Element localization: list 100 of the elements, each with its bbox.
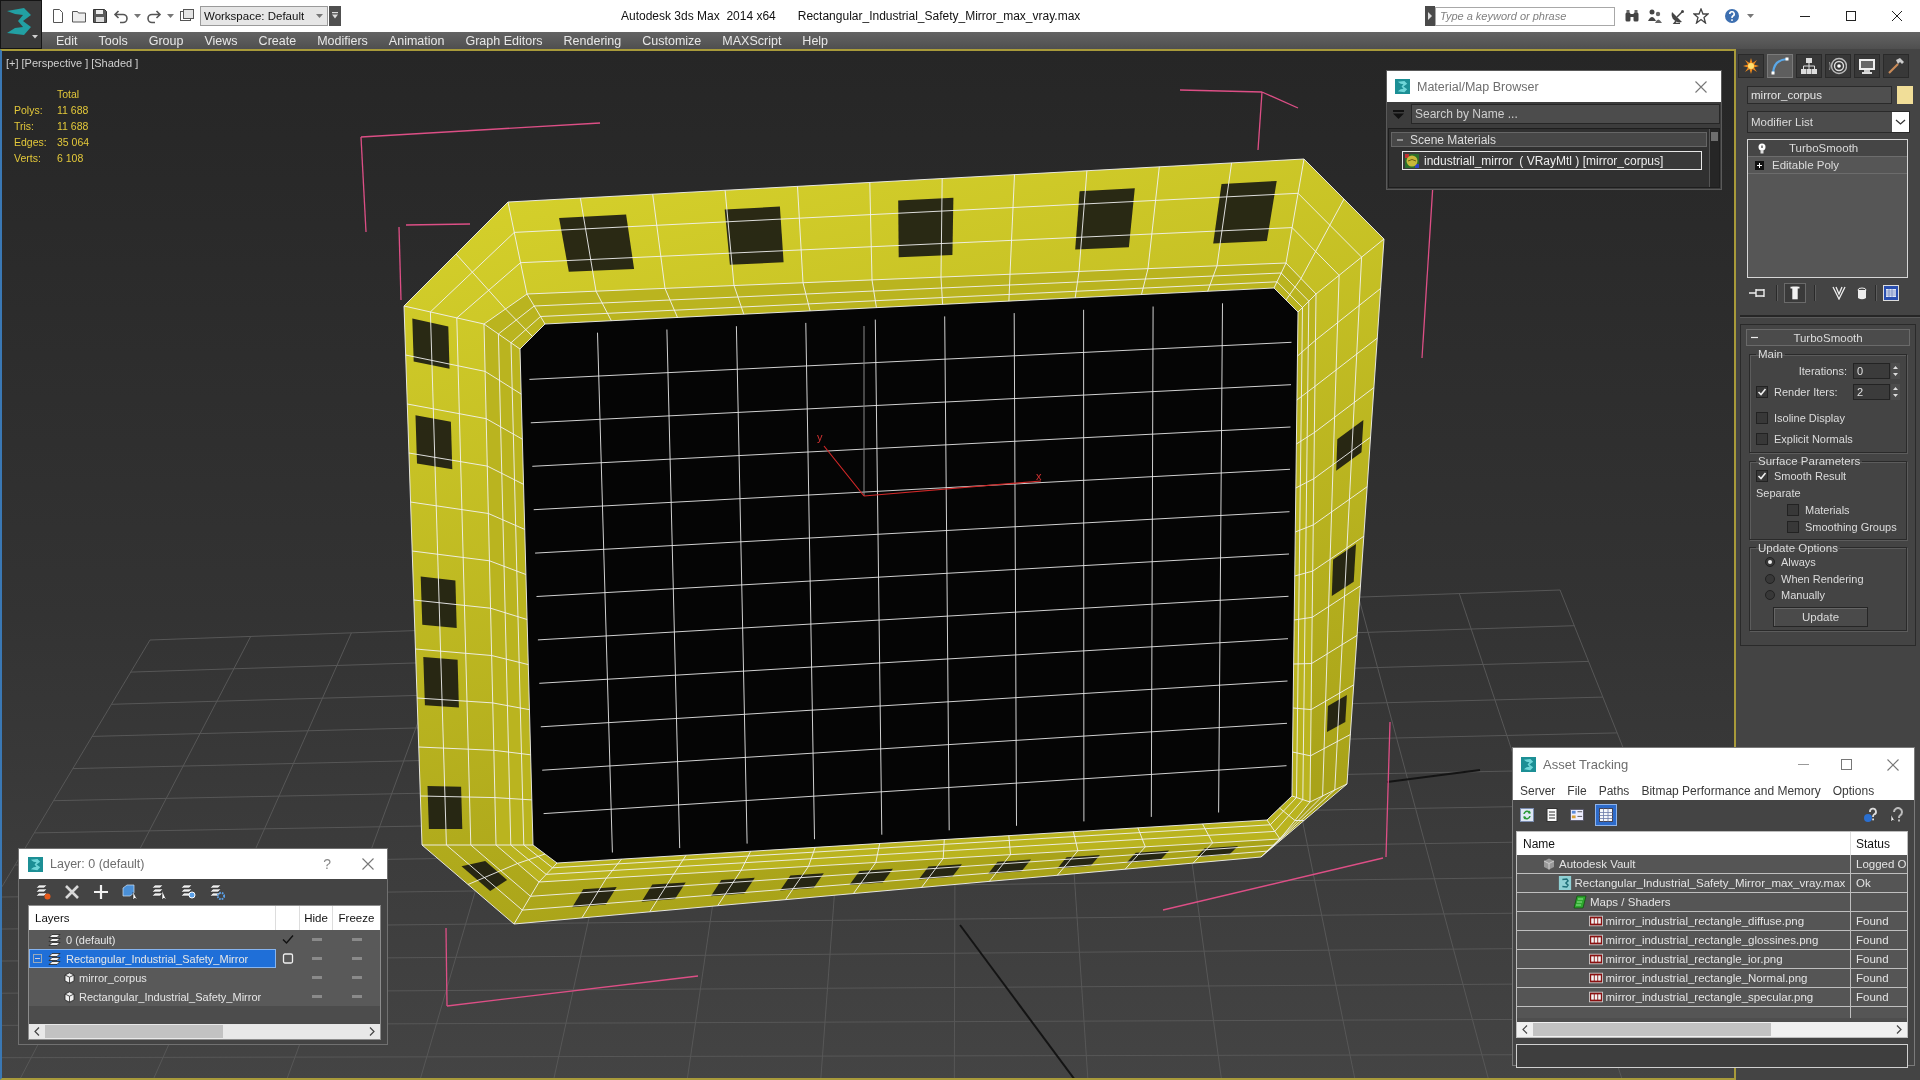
mirror-mesh-drawing[interactable] (403, 158, 1385, 925)
asset-name[interactable]: Maps / Shaders (1590, 896, 1671, 908)
spinner-field[interactable]: 0 (1853, 362, 1890, 379)
undo-icon[interactable] (113, 8, 129, 24)
context-help-icon[interactable] (1890, 807, 1906, 823)
stack-item[interactable]: TurboSmooth (1748, 140, 1907, 157)
column-header[interactable]: Status (1851, 832, 1907, 855)
binoculars-icon[interactable] (1624, 8, 1640, 24)
search-field[interactable]: Type a keyword or phrase (1435, 6, 1615, 26)
checkbox-label[interactable]: Materials (1805, 503, 1850, 516)
radio-label[interactable]: When Rendering (1781, 572, 1864, 585)
command-tab[interactable] (1883, 54, 1909, 78)
redo-icon[interactable] (146, 8, 162, 24)
search-field[interactable]: Search by Name ... (1411, 104, 1720, 124)
app-logo-icon[interactable] (0, 0, 42, 49)
help-icon[interactable] (1863, 807, 1879, 823)
modifier-list-dropdown[interactable]: Modifier List (1747, 111, 1910, 133)
satellite-dish-icon[interactable] (1670, 8, 1686, 24)
close-icon[interactable] (1892, 11, 1902, 21)
checkbox[interactable] (1756, 469, 1768, 482)
spinner-arrows-icon[interactable] (1891, 383, 1900, 400)
table-view-icon[interactable] (1595, 804, 1617, 826)
plus-icon[interactable] (93, 884, 109, 900)
scrollbar-thumb[interactable] (45, 1025, 223, 1038)
empty-square-icon[interactable] (282, 953, 294, 964)
new-file-icon[interactable] (50, 8, 66, 24)
cylinder-icon[interactable] (1857, 286, 1867, 300)
pin-icon[interactable] (1748, 287, 1768, 299)
thumbnail-view-icon[interactable] (1570, 808, 1584, 822)
vertical-scrollbar[interactable] (1709, 129, 1719, 187)
caret-icon[interactable] (1747, 14, 1754, 18)
group-header[interactable]: Scene Materials (1391, 132, 1707, 147)
rollout-header[interactable]: TurboSmooth (1746, 329, 1910, 346)
cube-cursor-icon[interactable] (122, 884, 138, 900)
spinner-field[interactable]: 2 (1853, 383, 1890, 400)
help-button[interactable]: ? (323, 856, 331, 872)
checkbox-label[interactable]: Smoothing Groups (1805, 521, 1897, 534)
menu-item[interactable]: Customize (642, 33, 702, 48)
radio-button[interactable] (1765, 590, 1775, 600)
horizontal-scrollbar[interactable] (1517, 1022, 1907, 1037)
material-item[interactable]: industriall_mirror ( VRayMtl ) [mirror_corpus] (1402, 151, 1702, 170)
menu-item[interactable]: Modifiers (317, 33, 368, 48)
spinner-arrows-icon[interactable] (1891, 362, 1900, 379)
viewport-menu[interactable]: [Shaded ] (91, 57, 139, 69)
scrollbar-thumb[interactable] (1533, 1023, 1771, 1036)
stack-item[interactable]: Editable Poly (1748, 157, 1907, 174)
menu-item[interactable]: Paths (1598, 783, 1630, 798)
checkbox-label[interactable]: Render Iters: (1774, 385, 1853, 398)
path-field[interactable] (1516, 1044, 1908, 1068)
radio-label[interactable]: Manually (1781, 589, 1826, 601)
lightbulb-icon[interactable] (1758, 142, 1766, 154)
scroll-left-icon[interactable] (1522, 1025, 1528, 1034)
folder-icon[interactable] (71, 8, 87, 24)
checkbox[interactable] (1787, 503, 1799, 516)
menu-item[interactable]: Group (148, 33, 184, 48)
update-button[interactable]: Update (1773, 607, 1868, 628)
radio-button[interactable] (1765, 573, 1775, 584)
collapse-box-icon[interactable] (33, 954, 42, 963)
refresh-icon[interactable] (1520, 808, 1534, 822)
menu-item[interactable]: Tools (98, 33, 128, 48)
grid-window-icon[interactable] (1883, 285, 1899, 301)
layers-gear-icon[interactable] (209, 884, 225, 900)
menu-item[interactable]: Views (204, 33, 238, 48)
checkbox-label[interactable]: Smooth Result (1774, 469, 1847, 482)
stacked-pages-icon[interactable] (179, 8, 195, 24)
menu-item[interactable]: MAXScript (722, 33, 782, 48)
people-icon[interactable] (1647, 8, 1663, 24)
checkbox[interactable] (1756, 432, 1768, 445)
radio-button[interactable] (1765, 557, 1775, 567)
maximize-icon[interactable] (1846, 11, 1856, 21)
checkbox[interactable] (1787, 521, 1799, 534)
save-icon[interactable] (92, 8, 108, 24)
object-name-field[interactable]: mirror_corpus (1747, 86, 1892, 104)
asset-name[interactable]: Autodesk Vault (1559, 858, 1636, 870)
menu-item[interactable]: Server (1520, 783, 1556, 798)
horizontal-scrollbar[interactable] (29, 1024, 380, 1039)
workspace-dropdown[interactable]: Workspace: Default (200, 6, 328, 26)
caret-icon[interactable] (167, 14, 174, 18)
viewport-menu[interactable]: [Perspective ] (21, 57, 89, 69)
caret-icon[interactable] (134, 14, 141, 18)
checkbox-label[interactable]: Explicit Normals (1774, 432, 1853, 445)
command-tab[interactable] (1825, 54, 1851, 78)
checkmark-icon[interactable] (282, 934, 294, 945)
list-icon[interactable] (1545, 808, 1559, 822)
layer-item[interactable]: Rectangular_Industrial_Safety_Mirror (29, 949, 276, 968)
column-header[interactable]: Freeze (333, 906, 380, 930)
checkbox[interactable] (1756, 385, 1768, 398)
radio-label[interactable]: Always (1781, 556, 1816, 568)
checkbox-label[interactable]: Isoline Display (1774, 411, 1845, 424)
menu-item[interactable]: Edit (56, 33, 78, 48)
checkbox[interactable] (1756, 411, 1768, 424)
viewport-menu[interactable]: [+] (6, 57, 19, 69)
scroll-right-icon[interactable] (369, 1027, 375, 1036)
menu-item[interactable]: Create (258, 33, 297, 48)
vertical-bar-icon[interactable] (1784, 283, 1806, 303)
delete-icon[interactable] (64, 884, 80, 900)
command-tab[interactable] (1796, 54, 1822, 78)
new-layer-icon[interactable] (35, 884, 51, 900)
menu-item[interactable]: Rendering (563, 33, 622, 48)
menu-item[interactable]: Animation (388, 33, 445, 48)
